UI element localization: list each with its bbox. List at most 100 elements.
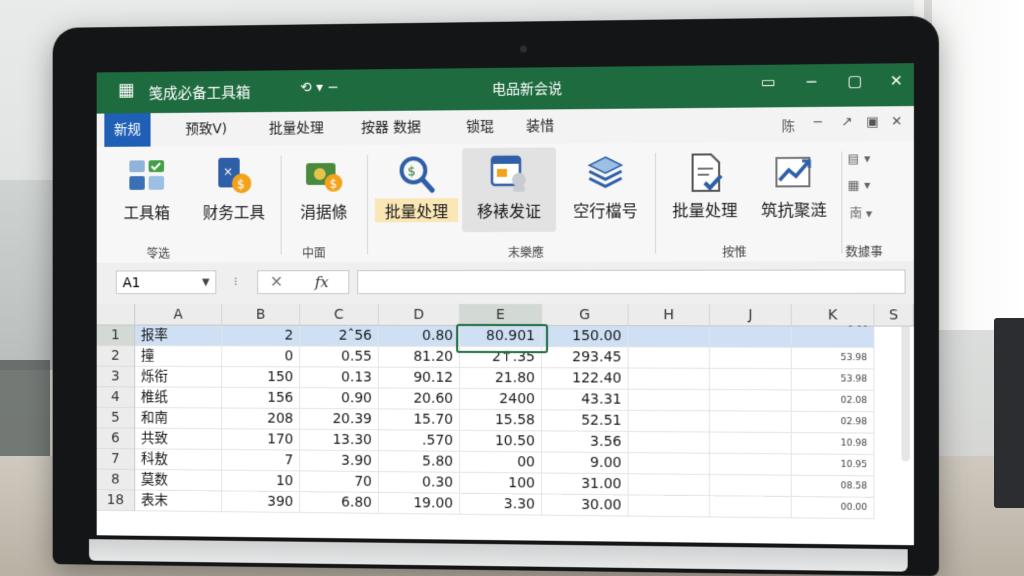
column-header-e[interactable]: E xyxy=(460,304,542,326)
cell-b18[interactable]: 390 xyxy=(222,491,300,513)
finance-tools-button[interactable]: × $ 财务工具 xyxy=(193,150,275,233)
cell-c8[interactable]: 70 xyxy=(300,471,379,493)
mini-dropdown-2[interactable]: ▾ xyxy=(864,178,870,192)
cell-c1[interactable]: 2ˆ56 xyxy=(300,326,379,347)
cell-b2[interactable]: 0 xyxy=(222,346,300,367)
cell-h4[interactable] xyxy=(629,390,710,412)
cell-k2[interactable]: 53.98 xyxy=(792,348,875,370)
cell-a2[interactable]: 撞 xyxy=(135,346,222,367)
cell-h2[interactable] xyxy=(629,347,710,368)
cell-g6[interactable]: 3.56 xyxy=(542,431,629,453)
cell-e3[interactable]: 21.80 xyxy=(460,368,542,389)
cell-e4[interactable]: 2400 xyxy=(460,389,542,410)
empty-row-number-button[interactable]: 空行檔号 xyxy=(564,147,647,232)
column-header-g[interactable]: G xyxy=(542,304,629,326)
cell-k6[interactable]: 10.98 xyxy=(792,433,875,455)
cell-j3[interactable] xyxy=(710,369,792,391)
column-header-a[interactable]: A xyxy=(135,304,222,326)
cell-j4[interactable] xyxy=(710,390,792,412)
ribbon-display-icon[interactable]: ▭ xyxy=(757,73,780,91)
cell-d1[interactable]: 0.80 xyxy=(379,326,460,347)
cell-g3[interactable]: 122.40 xyxy=(542,368,629,389)
toolbox-button[interactable]: 工具箱 xyxy=(108,150,185,233)
quick-access-toolbar[interactable]: ⟲ ▾ − xyxy=(300,80,339,96)
batch-process-button[interactable]: $ 批量处理 xyxy=(375,148,458,232)
cell-g18[interactable]: 30.00 xyxy=(542,495,629,517)
cell-j18[interactable] xyxy=(710,496,792,518)
maximize-button[interactable]: ▢ xyxy=(843,72,866,91)
cell-k1[interactable] xyxy=(792,326,875,348)
mini-dropdown-1[interactable]: ▾ xyxy=(864,151,870,165)
cell-d4[interactable]: 20.60 xyxy=(379,389,460,410)
tab-data[interactable]: 按器 数据 xyxy=(351,111,430,146)
money-button[interactable]: $ 涓据條 xyxy=(288,149,359,233)
row-header[interactable]: 1 xyxy=(97,325,135,346)
cell-a18[interactable]: 表末 xyxy=(135,491,222,513)
cell-d5[interactable]: 15.70 xyxy=(379,409,460,430)
column-header-j[interactable]: J xyxy=(710,304,792,326)
cell-e8[interactable]: 100 xyxy=(460,473,542,495)
row-header[interactable]: 8 xyxy=(97,470,135,491)
cell-h8[interactable] xyxy=(629,474,710,496)
cell-c7[interactable]: 3.90 xyxy=(300,451,379,473)
tab-batch-process[interactable]: 批量处理 xyxy=(259,111,333,145)
tab-new[interactable]: 新规 xyxy=(104,113,150,147)
cell-h1[interactable] xyxy=(629,326,710,347)
cell-j7[interactable] xyxy=(710,454,792,476)
column-header-k[interactable]: K xyxy=(792,304,875,326)
cell-k18[interactable]: 00.00 xyxy=(792,497,875,519)
cell-b7[interactable]: 7 xyxy=(222,450,300,471)
tab-preview[interactable]: 预致V) xyxy=(176,112,237,146)
cell-b5[interactable]: 208 xyxy=(222,408,300,429)
tab-install[interactable]: 装惜 xyxy=(516,109,564,143)
cell-d2[interactable]: 81.20 xyxy=(379,347,460,368)
cell-d7[interactable]: 5.80 xyxy=(379,451,460,473)
minimize-button[interactable]: − xyxy=(800,72,823,91)
name-box[interactable]: A1 ▼ xyxy=(116,270,216,294)
cell-h3[interactable] xyxy=(629,369,710,391)
batch-process-2-button[interactable]: 批量处理 xyxy=(663,146,747,231)
share-icon[interactable]: ↗ xyxy=(841,115,852,130)
cell-e5[interactable]: 15.58 xyxy=(460,410,542,432)
cell-j8[interactable] xyxy=(710,475,792,497)
close-button[interactable]: ✕ xyxy=(885,71,908,90)
cell-c18[interactable]: 6.80 xyxy=(300,492,379,514)
row-header[interactable]: 2 xyxy=(97,346,135,367)
mini-dropdown-3[interactable]: 南 ▾ xyxy=(850,204,873,221)
cell-e7[interactable]: 00 xyxy=(460,452,542,474)
cell-k7[interactable]: 10.95 xyxy=(792,454,875,476)
cell-a7[interactable]: 科敖 xyxy=(135,449,222,470)
row-header[interactable]: 7 xyxy=(97,449,135,470)
cell-d18[interactable]: 19.00 xyxy=(379,493,460,515)
cell-c3[interactable]: 0.13 xyxy=(300,367,379,388)
cell-k4[interactable]: 02.08 xyxy=(792,390,875,412)
cell-j2[interactable] xyxy=(710,348,792,370)
cell-d6[interactable]: .570 xyxy=(379,430,460,452)
row-header[interactable]: 6 xyxy=(97,428,135,449)
trend-chart-button[interactable]: 筑抗聚涟 xyxy=(751,145,837,231)
row-header[interactable]: 4 xyxy=(97,387,135,408)
cell-a3[interactable]: 烁衔 xyxy=(135,367,222,388)
column-header-c[interactable]: C xyxy=(300,304,379,326)
column-header-h[interactable]: H xyxy=(629,304,710,326)
share-label[interactable]: 陈 xyxy=(782,115,795,134)
row-header[interactable]: 18 xyxy=(97,490,135,511)
cell-g5[interactable]: 52.51 xyxy=(542,410,629,432)
cell-h18[interactable] xyxy=(629,495,710,517)
cell-k8[interactable]: 08.58 xyxy=(792,476,875,498)
cell-a5[interactable]: 和南 xyxy=(135,408,222,429)
cell-h7[interactable] xyxy=(629,453,710,475)
cell-a1[interactable]: 报率 xyxy=(135,325,222,346)
mini-list-icon[interactable]: ▦ xyxy=(848,178,860,192)
cell-g8[interactable]: 31.00 xyxy=(542,473,629,495)
cell-k5[interactable]: 02.98 xyxy=(792,412,875,434)
vertical-scrollbar[interactable] xyxy=(901,308,909,461)
row-header[interactable]: 5 xyxy=(97,408,135,429)
collapse-icon[interactable]: − xyxy=(812,115,823,130)
cell-e18[interactable]: 3.30 xyxy=(460,494,542,516)
cancel-icon[interactable]: ✕ xyxy=(270,272,283,291)
cell-j1[interactable] xyxy=(710,326,792,347)
cell-c4[interactable]: 0.90 xyxy=(300,388,379,409)
cell-a4[interactable]: 椎纸 xyxy=(135,387,222,408)
transfer-certificate-button[interactable]: 移裱发证 xyxy=(462,147,556,232)
